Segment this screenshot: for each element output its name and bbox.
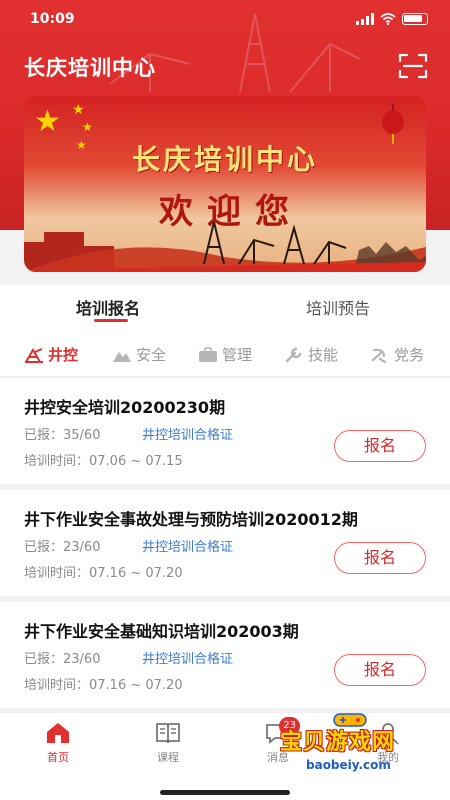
tabbar-label: 课程	[157, 751, 179, 764]
course-card[interactable]: 井控安全培训20200230期 已报：35/60 井控培训合格证 培训时间：07…	[0, 378, 450, 484]
category-bar: 井控 安全 管理 技能 党务	[0, 325, 450, 377]
category-management[interactable]: 管理	[198, 344, 252, 365]
certificate-link[interactable]: 井控培训合格证	[142, 424, 233, 443]
tab-enroll[interactable]: 培训报名	[76, 295, 140, 319]
banner-title: 长庆培训中心	[131, 143, 318, 176]
wrench-icon	[285, 347, 302, 362]
star-icon: ★	[72, 102, 85, 118]
training-period: 培训时间：07.16 ~ 07.20	[24, 678, 183, 693]
active-tab-indicator	[94, 319, 128, 322]
signal-icon	[356, 13, 374, 25]
star-icon: ★	[82, 120, 93, 134]
tab-bar: 培训报名 培训预告	[0, 285, 450, 325]
enrolled-count: 已报：23/60	[24, 540, 101, 555]
status-time: 10:09	[30, 11, 75, 27]
briefcase-icon	[199, 346, 217, 362]
category-safety[interactable]: 安全	[112, 344, 166, 365]
category-label: 技能	[308, 346, 339, 364]
category-label: 管理	[222, 346, 253, 364]
category-label: 井控	[48, 346, 79, 364]
course-title: 井下作业安全基础知识培训202003期	[24, 622, 299, 641]
derrick-icon	[25, 347, 43, 363]
page-title: 长庆培训中心	[24, 56, 156, 80]
party-emblem-icon	[371, 348, 387, 363]
mountain-icon	[113, 351, 131, 362]
category-skills[interactable]: 技能	[284, 344, 338, 365]
certificate-link[interactable]: 井控培训合格证	[142, 648, 233, 667]
category-well-control[interactable]: 井控	[24, 344, 78, 365]
battery-icon	[402, 13, 428, 25]
enroll-button[interactable]: 报名	[334, 430, 426, 462]
home-indicator	[160, 790, 290, 795]
book-icon	[156, 723, 180, 744]
oilfield-skyline-illustration	[24, 221, 426, 272]
welcome-banner[interactable]: ★ ★ ★ ★ 长庆培训中心 欢迎您	[24, 96, 426, 272]
tabbar-label: 首页	[47, 751, 69, 764]
certificate-link[interactable]: 井控培训合格证	[142, 536, 233, 555]
training-period: 培训时间：07.16 ~ 07.20	[24, 566, 183, 581]
watermark-text: 宝贝游戏网	[280, 730, 396, 755]
home-icon	[47, 723, 69, 743]
status-bar: 10:09	[0, 0, 450, 36]
tabbar-courses[interactable]: 课程	[138, 721, 198, 765]
enroll-button[interactable]: 报名	[334, 542, 426, 574]
watermark-url: baobeiy.com	[306, 758, 391, 772]
status-icons	[356, 12, 428, 26]
category-label: 党务	[394, 346, 425, 364]
training-period: 培训时间：07.06 ~ 07.15	[24, 454, 183, 469]
course-title: 井控安全培训20200230期	[24, 398, 226, 417]
wifi-icon	[380, 13, 396, 25]
course-card[interactable]: 井下作业安全事故处理与预防培训2020012期 已报：23/60 井控培训合格证…	[0, 490, 450, 596]
category-party-affairs[interactable]: 党务	[370, 344, 424, 365]
course-title: 井下作业安全事故处理与预防培训2020012期	[24, 510, 358, 529]
category-label: 安全	[136, 346, 167, 364]
enrolled-count: 已报：35/60	[24, 428, 101, 443]
enroll-button[interactable]: 报名	[334, 654, 426, 686]
watermark-logo: 宝贝游戏网 baobeiy.com	[278, 713, 428, 788]
scan-icon[interactable]	[398, 52, 428, 80]
tab-preview[interactable]: 培训预告	[306, 295, 370, 319]
course-card[interactable]: 井下作业安全基础知识培训202003期 已报：23/60 井控培训合格证 培训时…	[0, 602, 450, 708]
star-icon: ★	[34, 104, 61, 139]
tabbar-home[interactable]: 首页	[28, 721, 88, 765]
enrolled-count: 已报：23/60	[24, 652, 101, 667]
